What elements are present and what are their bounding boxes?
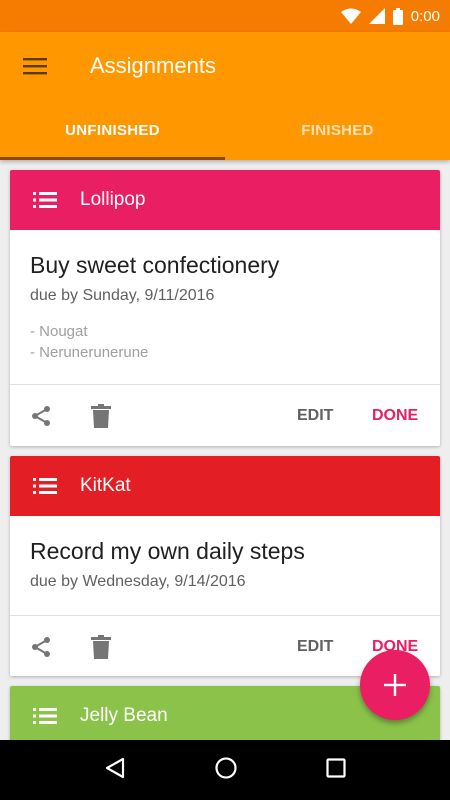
hamburger-icon	[23, 58, 47, 75]
app-bar: Assignments UNFINISHED FINISHED	[0, 32, 450, 160]
status-time: 0:00	[410, 7, 440, 25]
task-title: Buy sweet confectionery	[30, 252, 280, 278]
add-assignment-button[interactable]	[360, 650, 430, 720]
list-icon	[10, 707, 80, 725]
card-header: Lollipop	[10, 170, 440, 230]
task-title: Record my own daily steps	[30, 538, 305, 564]
divider	[10, 384, 440, 385]
edit-button[interactable]: EDIT	[297, 407, 333, 425]
list-icon	[10, 191, 80, 209]
card-category: KitKat	[80, 475, 131, 496]
toolbar: Assignments	[0, 32, 450, 100]
delete-icon[interactable]	[86, 632, 116, 662]
tab-finished[interactable]: FINISHED	[225, 100, 450, 160]
recents-button[interactable]	[326, 757, 346, 783]
note-line: - Nougat	[30, 323, 88, 340]
assignment-card[interactable]: KitKat Record my own daily steps due by …	[10, 456, 440, 676]
delete-icon[interactable]	[86, 401, 116, 431]
home-button[interactable]	[214, 756, 238, 785]
card-body: Buy sweet confectionery due by Sunday, 9…	[10, 230, 440, 363]
due-date: due by Wednesday, 9/14/2016	[30, 573, 246, 590]
wifi-icon	[340, 8, 361, 24]
done-button[interactable]: DONE	[372, 407, 418, 425]
tab-bar: UNFINISHED FINISHED	[0, 100, 450, 160]
card-category: Lollipop	[80, 189, 146, 210]
share-icon[interactable]	[26, 632, 56, 662]
page-title: Assignments	[90, 53, 216, 78]
menu-button[interactable]	[0, 32, 70, 100]
tab-indicator	[0, 157, 225, 160]
card-actions: EDIT DONE	[10, 386, 440, 446]
note-line: - Nerunerunerune	[30, 344, 149, 361]
back-button[interactable]	[104, 757, 126, 784]
plus-icon	[384, 674, 406, 696]
battery-icon	[392, 7, 403, 25]
card-body: Record my own daily steps due by Wednesd…	[10, 516, 440, 591]
back-icon	[105, 757, 125, 778]
signal-icon	[368, 8, 385, 24]
status-bar: 0:00	[0, 0, 450, 32]
share-icon[interactable]	[26, 401, 56, 431]
tab-unfinished[interactable]: UNFINISHED	[0, 100, 225, 160]
card-header: KitKat	[10, 456, 440, 516]
assignment-card[interactable]: Lollipop Buy sweet confectionery due by …	[10, 170, 440, 446]
system-nav-bar	[0, 740, 450, 800]
due-date: due by Sunday, 9/11/2016	[30, 287, 215, 304]
list-icon	[10, 477, 80, 495]
card-category: Jelly Bean	[80, 705, 168, 726]
edit-button[interactable]: EDIT	[297, 638, 333, 656]
task-notes: - Nougat - Nerunerunerune	[30, 321, 420, 363]
recents-icon	[326, 757, 346, 778]
home-icon	[215, 756, 237, 779]
divider	[10, 615, 440, 616]
